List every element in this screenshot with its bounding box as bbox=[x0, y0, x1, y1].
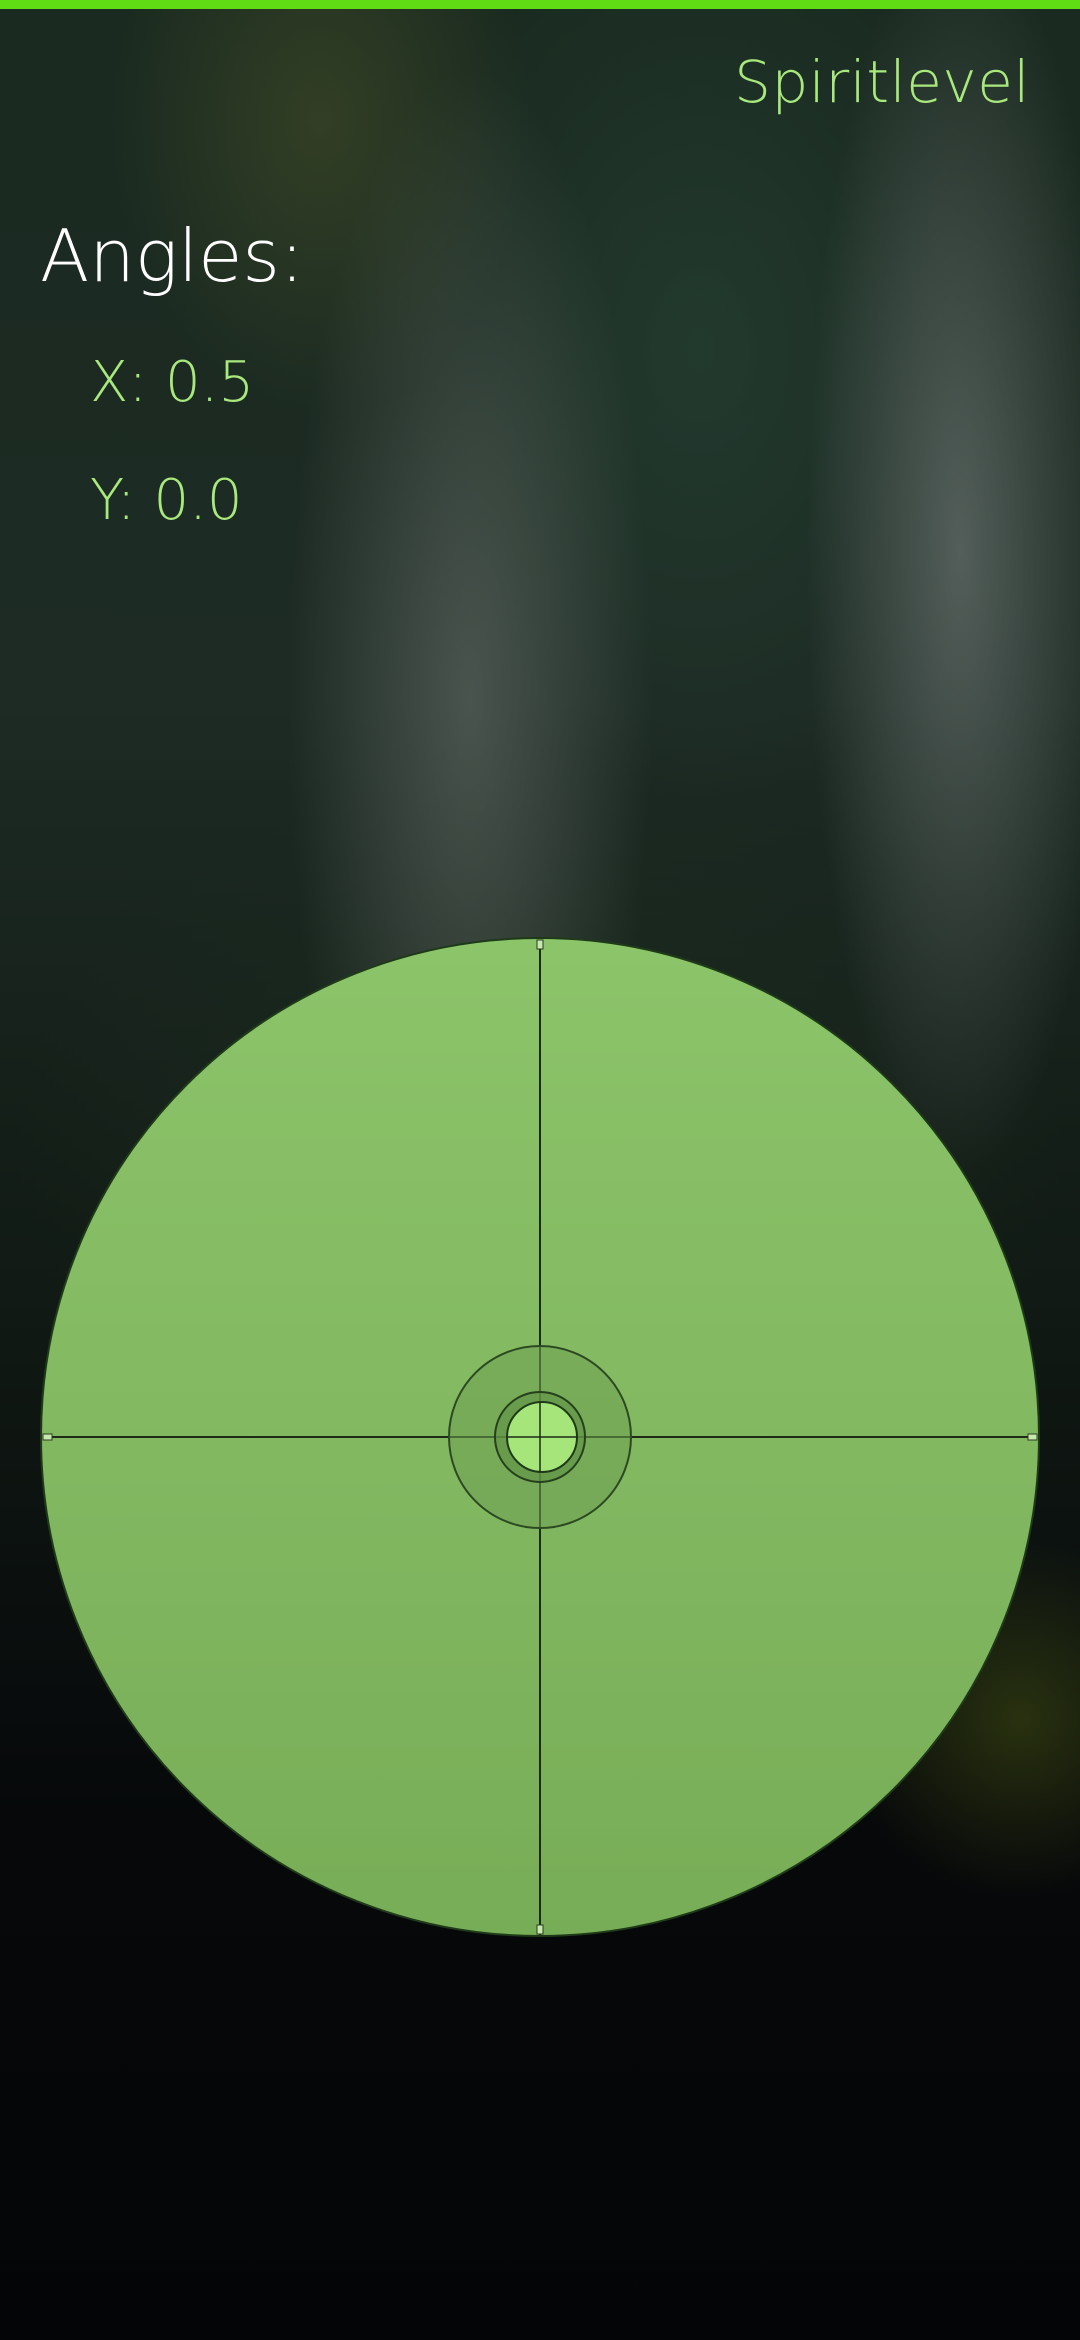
bubble-level bbox=[40, 937, 1040, 1937]
spirit-level-screen: Spiritlevel Angles: X: 0.5 Y: 0.0 bbox=[0, 0, 1080, 2340]
left-tick-mark bbox=[42, 1433, 53, 1441]
right-tick-mark bbox=[1027, 1433, 1038, 1441]
top-tick-mark bbox=[536, 939, 544, 950]
bottom-tick-mark bbox=[536, 1924, 544, 1935]
